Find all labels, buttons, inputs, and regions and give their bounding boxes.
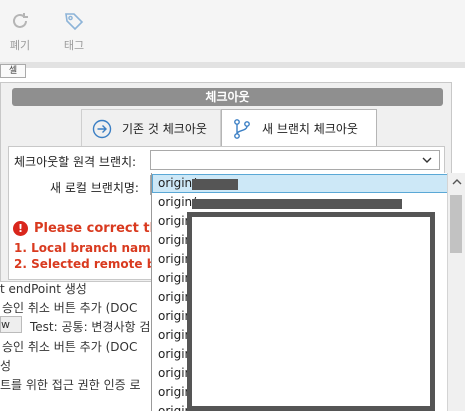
remote-branch-select[interactable] [150, 150, 440, 170]
tag-icon [65, 13, 84, 31]
branch-icon [232, 118, 252, 140]
error-icon: ! [13, 221, 28, 236]
log-line: t endPoint 생성 [0, 282, 87, 296]
column-header-strip [0, 62, 465, 68]
tag-button[interactable]: 태그 [54, 6, 94, 53]
tag-label: 태그 [63, 39, 85, 52]
dialog-title: 체크아웃 [12, 88, 443, 106]
log-line: 승인 취소 버튼 추가 (DOC [2, 340, 138, 354]
discard-icon [13, 13, 28, 28]
redaction-bar [192, 179, 238, 190]
discard-button[interactable]: 폐기 [0, 6, 40, 53]
dropdown-scrollbar[interactable] [447, 173, 465, 411]
tab-label: 새 브랜치 체크아웃 [262, 122, 358, 136]
log-line: Test: 공통: 변경사항 검 [30, 320, 151, 334]
redaction-box [187, 212, 435, 411]
tab-label: 기존 것 체크아웃 [122, 122, 207, 136]
remote-branch-label: 체크아웃할 원격 브랜치: [14, 155, 137, 169]
scroll-thumb[interactable] [450, 195, 462, 253]
log-line: 트를 위한 접근 권한 인증 로 [0, 378, 141, 392]
redaction-bar [192, 199, 402, 209]
scroll-up-arrow-icon[interactable] [448, 173, 465, 190]
log-tag: w [0, 316, 22, 333]
log-line: 승인 취소 버튼 추가 (DOC [2, 301, 138, 315]
log-line: 성 [0, 359, 12, 373]
toolbar: 폐기 태그 [0, 0, 465, 62]
discard-label: 폐기 [9, 39, 31, 52]
column-filter[interactable]: 셀 [0, 64, 26, 78]
tab-checkout-new-branch[interactable]: 새 브랜치 체크아웃 [221, 109, 377, 147]
chevron-down-icon [421, 154, 433, 169]
arrow-right-circle-icon [92, 119, 112, 139]
local-branch-label: 새 로컬 브랜치명: [50, 181, 139, 195]
tab-checkout-existing[interactable]: 기존 것 체크아웃 [81, 109, 221, 147]
